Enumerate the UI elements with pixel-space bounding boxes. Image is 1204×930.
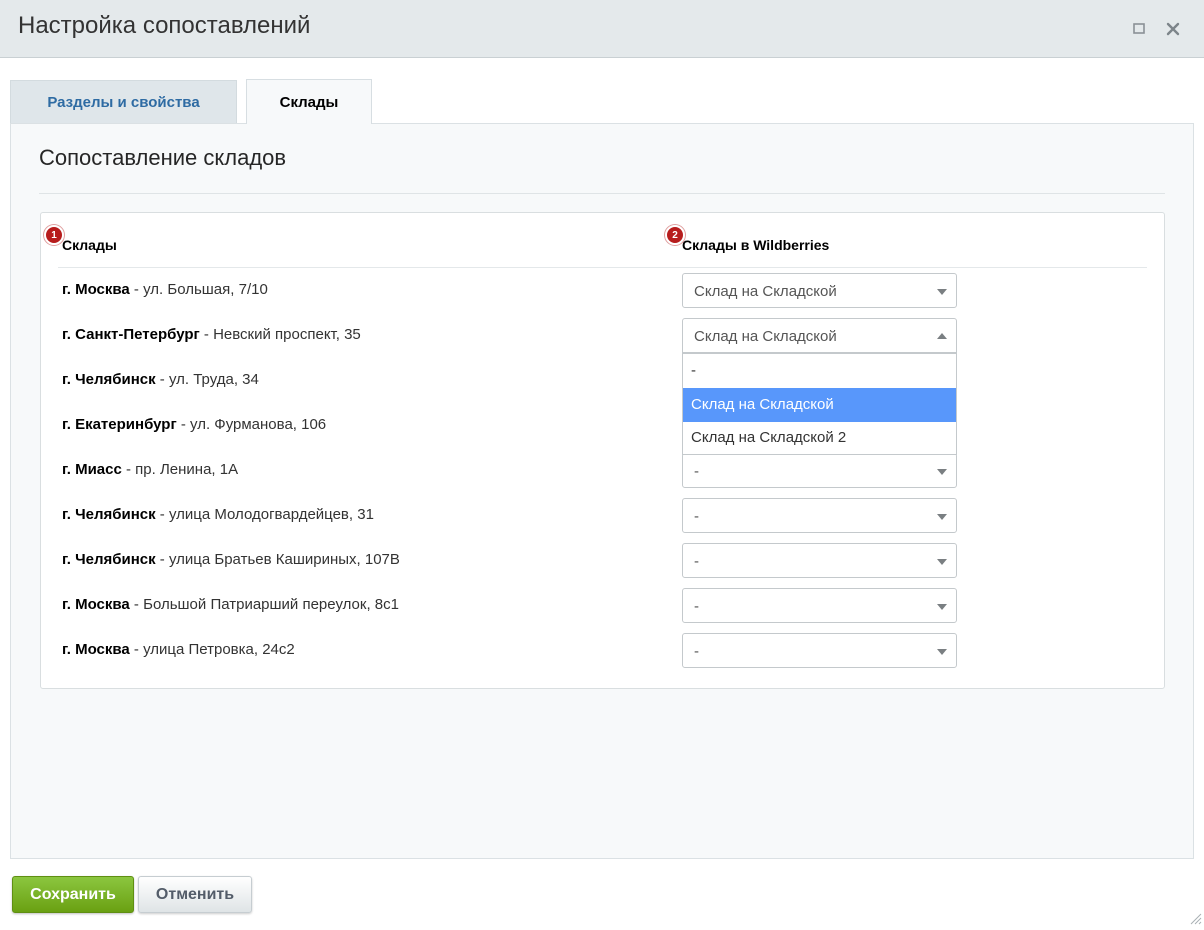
city-name: г. Екатеринбург xyxy=(62,416,177,433)
close-icon[interactable] xyxy=(1162,18,1184,40)
warehouse-label: г. Челябинск - улица Братьев Кашириных, … xyxy=(62,551,400,568)
table-row: г. Миасс - пр. Ленина, 1А - xyxy=(62,453,1142,488)
maximize-icon[interactable] xyxy=(1128,18,1150,40)
wb-warehouse-select[interactable]: - xyxy=(682,453,957,488)
warehouse-address: - улица Молодогвардейцев, 31 xyxy=(155,506,374,523)
warehouse-address: - улица Братьев Кашириных, 107В xyxy=(155,551,400,568)
select-value: Склад на Складской xyxy=(694,328,837,345)
tab-panel: Сопоставление складов 1 Склады 2 Склады … xyxy=(10,123,1194,859)
wb-warehouse-select[interactable]: - xyxy=(682,588,957,623)
dropdown-option-selected[interactable]: Склад на Складской xyxy=(683,388,956,422)
warehouse-label: г. Москва - Большой Патриарший переулок,… xyxy=(62,596,399,613)
dialog-title: Настройка сопоставлений xyxy=(18,12,311,39)
resize-handle-icon[interactable] xyxy=(1188,911,1202,925)
table-row: г. Москва - ул. Большая, 7/10 Склад на С… xyxy=(62,273,1142,308)
city-name: г. Миасс xyxy=(62,461,122,478)
select-value: - xyxy=(694,508,699,525)
divider xyxy=(39,193,1165,194)
warehouse-address: - улица Петровка, 24с2 xyxy=(129,641,295,658)
select-value: Склад на Складской xyxy=(694,283,837,300)
dialog-titlebar: Настройка сопоставлений xyxy=(0,0,1204,58)
warehouse-address: - Невский проспект, 35 xyxy=(199,326,361,343)
table-row: г. Москва - Большой Патриарший переулок,… xyxy=(62,588,1142,623)
city-name: г. Челябинск xyxy=(62,551,156,568)
select-value: - xyxy=(694,643,699,660)
warehouse-label: г. Екатеринбург - ул. Фурманова, 106 xyxy=(62,416,326,433)
warehouse-address: - Большой Патриарший переулок, 8с1 xyxy=(129,596,399,613)
step-badge: 1 xyxy=(44,225,64,245)
select-dropdown-list: - Склад на Складской Склад на Складской … xyxy=(682,353,957,455)
warehouse-label: г. Санкт-Петербург - Невский проспект, 3… xyxy=(62,326,361,343)
chevron-down-icon xyxy=(937,604,947,610)
dropdown-option[interactable]: - xyxy=(683,354,956,388)
warehouse-label: г. Москва - ул. Большая, 7/10 xyxy=(62,281,268,298)
wb-warehouse-select[interactable]: - xyxy=(682,543,957,578)
city-name: г. Санкт-Петербург xyxy=(62,326,200,343)
table-row: г. Челябинск - ул. Труда, 34 xyxy=(62,363,1142,397)
dropdown-option[interactable]: Склад на Складской 2 xyxy=(683,421,956,455)
wb-warehouse-select[interactable]: Склад на Складской xyxy=(682,318,957,353)
wb-warehouse-select[interactable]: Склад на Складской xyxy=(682,273,957,308)
cancel-button[interactable]: Отменить xyxy=(138,876,252,913)
city-name: г. Челябинск xyxy=(62,371,156,388)
table-row: г. Челябинск - улица Молодогвардейцев, 3… xyxy=(62,498,1142,533)
chevron-down-icon xyxy=(937,514,947,520)
table-row: г. Москва - улица Петровка, 24с2 - xyxy=(62,633,1142,668)
warehouse-label: г. Челябинск - ул. Труда, 34 xyxy=(62,371,259,388)
warehouse-address: - ул. Труда, 34 xyxy=(155,371,259,388)
warehouse-address: - ул. Большая, 7/10 xyxy=(129,281,268,298)
city-name: г. Челябинск xyxy=(62,506,156,523)
mapping-table: 1 Склады 2 Склады в Wildberries г. Москв… xyxy=(40,212,1165,689)
step-badge: 2 xyxy=(665,225,685,245)
tab-sections-properties[interactable]: Разделы и свойства xyxy=(10,80,237,123)
table-row: г. Екатеринбург - ул. Фурманова, 106 xyxy=(62,408,1142,442)
chevron-down-icon xyxy=(937,649,947,655)
save-button[interactable]: Сохранить xyxy=(12,876,134,913)
city-name: г. Москва xyxy=(62,281,130,298)
chevron-up-icon xyxy=(937,333,947,339)
select-value: - xyxy=(694,463,699,480)
warehouse-label: г. Миасс - пр. Ленина, 1А xyxy=(62,461,238,478)
divider xyxy=(58,267,1147,268)
tab-warehouses[interactable]: Склады xyxy=(246,79,372,124)
column-header-wb-warehouses: Склады в Wildberries xyxy=(682,237,830,253)
chevron-down-icon xyxy=(937,469,947,475)
table-row: г. Санкт-Петербург - Невский проспект, 3… xyxy=(62,318,1142,353)
table-row: г. Челябинск - улица Братьев Кашириных, … xyxy=(62,543,1142,578)
chevron-down-icon xyxy=(937,289,947,295)
warehouse-address: - ул. Фурманова, 106 xyxy=(176,416,327,433)
section-title: Сопоставление складов xyxy=(39,145,287,170)
wb-warehouse-select[interactable]: - xyxy=(682,633,957,668)
warehouse-label: г. Москва - улица Петровка, 24с2 xyxy=(62,641,295,658)
city-name: г. Москва xyxy=(62,596,130,613)
warehouse-address: - пр. Ленина, 1А xyxy=(121,461,239,478)
wb-warehouse-select[interactable]: - xyxy=(682,498,957,533)
chevron-down-icon xyxy=(937,559,947,565)
city-name: г. Москва xyxy=(62,641,130,658)
column-header-warehouses: Склады xyxy=(62,237,117,253)
warehouse-label: г. Челябинск - улица Молодогвардейцев, 3… xyxy=(62,506,374,523)
select-value: - xyxy=(694,553,699,570)
select-value: - xyxy=(694,598,699,615)
